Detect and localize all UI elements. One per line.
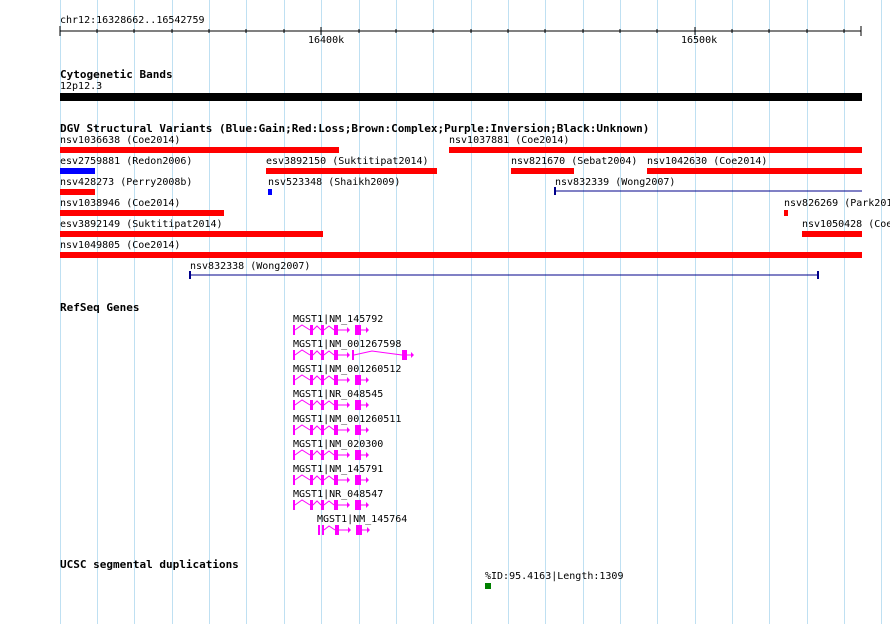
gene-model[interactable] <box>292 449 372 461</box>
cytoband-bar[interactable] <box>60 93 862 101</box>
ruler-axis <box>59 26 862 36</box>
loss-variant-bar[interactable] <box>60 252 862 258</box>
feature-label: nsv1042630 (Coe2014) <box>647 156 768 167</box>
loss-variant-bar[interactable] <box>60 189 95 195</box>
gene-model[interactable] <box>292 499 372 511</box>
line-variant[interactable] <box>189 270 829 280</box>
gene-model[interactable] <box>292 324 372 336</box>
grid-line <box>881 0 882 624</box>
segdup-track-title: UCSC segmental duplications <box>60 558 239 571</box>
gain-variant-bar[interactable] <box>60 168 95 174</box>
segdup-label: %ID:95.4163|Length:1309 <box>485 571 624 582</box>
feature-label: esv3892149 (Suktitipat2014) <box>60 219 223 230</box>
loss-variant-bar[interactable] <box>449 147 862 153</box>
segdup-feature-bar[interactable] <box>485 583 491 589</box>
refseq-track-title: RefSeq Genes <box>60 301 140 314</box>
gene-model[interactable] <box>317 524 377 536</box>
feature-label: nsv1050428 (Coe <box>802 219 890 230</box>
gene-model[interactable] <box>292 424 372 436</box>
dgv-track-title: DGV Structural Variants (Blue:Gain;Red:L… <box>60 122 650 135</box>
feature-label: nsv523348 (Shaikh2009) <box>268 177 401 188</box>
cytoband-label: 12p12.3 <box>60 81 103 92</box>
gain-variant-bar[interactable] <box>268 189 272 195</box>
loss-variant-bar[interactable] <box>60 231 323 237</box>
loss-variant-bar[interactable] <box>802 231 862 237</box>
loss-variant-bar[interactable] <box>266 168 437 174</box>
loss-variant-bar[interactable] <box>60 147 339 153</box>
line-variant[interactable] <box>554 186 874 196</box>
feature-label: nsv821670 (Sebat2004) <box>511 156 638 167</box>
gene-model[interactable] <box>292 399 372 411</box>
gene-model[interactable] <box>292 374 372 386</box>
feature-label: nsv1037881 (Coe2014) <box>449 135 570 146</box>
feature-label: esv3892150 (Suktitipat2014) <box>266 156 429 167</box>
gene-model[interactable] <box>292 474 372 486</box>
feature-label: nsv826269 (Park201 <box>784 198 890 209</box>
feature-label: nsv1036638 (Coe2014) <box>60 135 181 146</box>
feature-label: nsv1049805 (Coe2014) <box>60 240 181 251</box>
ruler-tick-label: 16500k <box>681 35 718 46</box>
feature-label: nsv1038946 (Coe2014) <box>60 198 181 209</box>
loss-variant-bar[interactable] <box>647 168 862 174</box>
loss-variant-bar[interactable] <box>511 168 574 174</box>
feature-label: esv2759881 (Redon2006) <box>60 156 193 167</box>
cytoband-track-title: Cytogenetic Bands <box>60 68 173 81</box>
loss-variant-bar[interactable] <box>784 210 788 216</box>
gene-model[interactable] <box>292 349 417 361</box>
loss-variant-bar[interactable] <box>60 210 224 216</box>
feature-label: nsv428273 (Perry2008b) <box>60 177 193 188</box>
ruler-tick-label: 16400k <box>308 35 345 46</box>
